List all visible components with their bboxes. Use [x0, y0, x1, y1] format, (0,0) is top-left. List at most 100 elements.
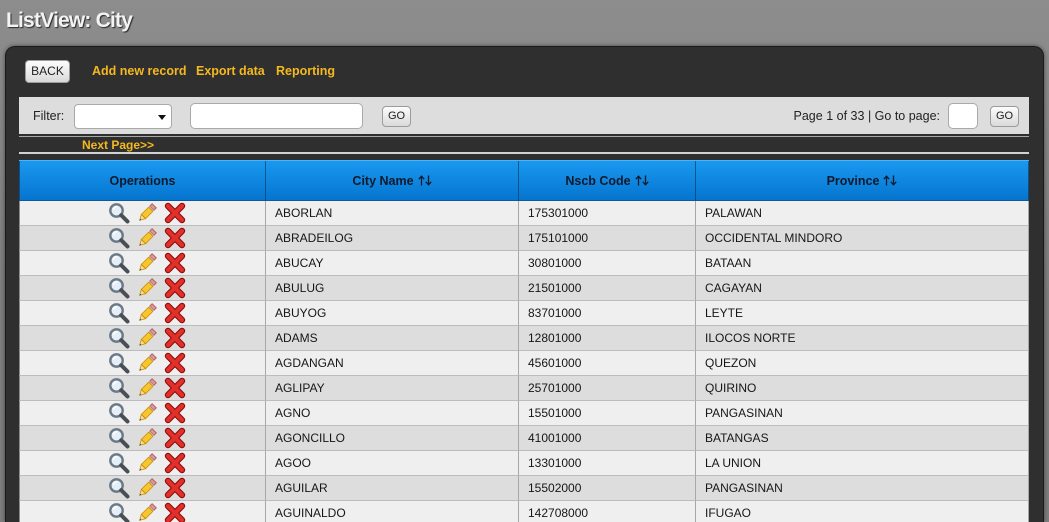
cell-city-name: AGDANGAN — [266, 351, 519, 376]
table-row: AGUINALDO 142708000 IFUGAO — [19, 501, 1029, 522]
row-operations — [19, 501, 266, 522]
delete-icon[interactable] — [164, 277, 186, 299]
column-header-label: Nscb Code — [565, 173, 631, 188]
table-row: AGDANGAN 45601000 QUEZON — [19, 351, 1029, 376]
magnifier-icon[interactable] — [108, 477, 130, 499]
cell-province: IFUGAO — [696, 501, 1029, 522]
pencil-icon[interactable] — [136, 227, 158, 249]
column-header-province[interactable]: Province — [696, 161, 1029, 201]
cell-province: LEYTE — [696, 301, 1029, 326]
cell-nscb-code: 175101000 — [519, 226, 696, 251]
city-table: Operations City Name Nscb Code Province ABO… — [19, 160, 1029, 522]
pencil-icon[interactable] — [136, 452, 158, 474]
cell-province: BATAAN — [696, 251, 1029, 276]
pencil-icon[interactable] — [136, 477, 158, 499]
table-row: AGLIPAY 25701000 QUIRINO — [19, 376, 1029, 401]
magnifier-icon[interactable] — [108, 452, 130, 474]
cell-city-name: ABRADEILOG — [266, 226, 519, 251]
pencil-icon[interactable] — [136, 302, 158, 324]
delete-icon[interactable] — [164, 377, 186, 399]
delete-icon[interactable] — [164, 427, 186, 449]
magnifier-icon[interactable] — [108, 427, 130, 449]
of-label: of — [836, 109, 848, 123]
cell-nscb-code: 25701000 — [519, 376, 696, 401]
pencil-icon[interactable] — [136, 502, 158, 522]
pencil-icon[interactable] — [136, 202, 158, 224]
table-body: ABORLAN 175301000 PALAWAN ABRADEILOG 1751010… — [19, 201, 1029, 522]
reporting-link[interactable]: Reporting — [276, 63, 335, 79]
filter-field-select[interactable] — [74, 104, 172, 129]
row-operations — [19, 301, 266, 326]
cell-nscb-code: 21501000 — [519, 276, 696, 301]
cell-nscb-code: 15501000 — [519, 401, 696, 426]
cell-nscb-code: 41001000 — [519, 426, 696, 451]
delete-icon[interactable] — [164, 477, 186, 499]
cell-nscb-code: 13301000 — [519, 451, 696, 476]
goto-page-input[interactable] — [948, 103, 978, 129]
table-row: ADAMS 12801000 ILOCOS NORTE — [19, 326, 1029, 351]
pencil-icon[interactable] — [136, 277, 158, 299]
magnifier-icon[interactable] — [108, 277, 130, 299]
filter-divider — [19, 136, 1029, 137]
row-operations — [19, 376, 266, 401]
cell-city-name: ABULUG — [266, 276, 519, 301]
pencil-icon[interactable] — [136, 402, 158, 424]
magnifier-icon[interactable] — [108, 227, 130, 249]
magnifier-icon[interactable] — [108, 502, 130, 522]
delete-icon[interactable] — [164, 302, 186, 324]
cell-province: LA UNION — [696, 451, 1029, 476]
sort-arrows-icon[interactable] — [418, 175, 432, 186]
cell-nscb-code: 142708000 — [519, 501, 696, 522]
table-row: AGONCILLO 41001000 BATANGAS — [19, 426, 1029, 451]
cell-city-name: AGNO — [266, 401, 519, 426]
magnifier-icon[interactable] — [108, 377, 130, 399]
magnifier-icon[interactable] — [108, 402, 130, 424]
cell-province: PALAWAN — [696, 201, 1029, 226]
pencil-icon[interactable] — [136, 252, 158, 274]
back-button[interactable]: BACK — [25, 60, 70, 83]
magnifier-icon[interactable] — [108, 327, 130, 349]
table-row: ABRADEILOG 175101000 OCCIDENTAL MINDORO — [19, 226, 1029, 251]
export-data-link[interactable]: Export data — [196, 63, 265, 79]
table-row: ABORLAN 175301000 PALAWAN — [19, 201, 1029, 226]
magnifier-icon[interactable] — [108, 252, 130, 274]
sort-arrows-icon[interactable] — [635, 175, 649, 186]
pencil-icon[interactable] — [136, 427, 158, 449]
page-label: Page — [793, 109, 823, 123]
delete-icon[interactable] — [164, 252, 186, 274]
cell-nscb-code: 83701000 — [519, 301, 696, 326]
pencil-icon[interactable] — [136, 327, 158, 349]
delete-icon[interactable] — [164, 402, 186, 424]
column-header-city-name[interactable]: City Name — [266, 161, 519, 201]
next-page-link[interactable]: Next Page>> — [82, 138, 154, 153]
add-new-record-link[interactable]: Add new record — [92, 63, 186, 79]
goto-page-label: Go to page: — [874, 109, 940, 123]
cell-nscb-code: 45601000 — [519, 351, 696, 376]
delete-icon[interactable] — [164, 452, 186, 474]
goto-page-go-button[interactable]: GO — [990, 106, 1019, 127]
pencil-icon[interactable] — [136, 352, 158, 374]
cell-city-name: AGONCILLO — [266, 426, 519, 451]
delete-icon[interactable] — [164, 327, 186, 349]
filter-go-button[interactable]: GO — [382, 106, 411, 127]
magnifier-icon[interactable] — [108, 302, 130, 324]
magnifier-icon[interactable] — [108, 202, 130, 224]
cell-nscb-code: 12801000 — [519, 326, 696, 351]
cell-province: PANGASINAN — [696, 401, 1029, 426]
cell-city-name: AGOO — [266, 451, 519, 476]
row-operations — [19, 426, 266, 451]
column-header-nscb-code[interactable]: Nscb Code — [519, 161, 696, 201]
delete-icon[interactable] — [164, 502, 186, 522]
filter-search-input[interactable] — [190, 103, 363, 129]
chevron-down-icon — [158, 115, 166, 120]
magnifier-icon[interactable] — [108, 352, 130, 374]
delete-icon[interactable] — [164, 352, 186, 374]
row-operations — [19, 201, 266, 226]
delete-icon[interactable] — [164, 227, 186, 249]
pencil-icon[interactable] — [136, 377, 158, 399]
filter-bar: Filter: GO Page 1 of 33 | Go to page: GO — [19, 97, 1029, 134]
table-row: AGUILAR 15502000 PANGASINAN — [19, 476, 1029, 501]
row-operations — [19, 351, 266, 376]
delete-icon[interactable] — [164, 202, 186, 224]
sort-arrows-icon[interactable] — [883, 175, 897, 186]
